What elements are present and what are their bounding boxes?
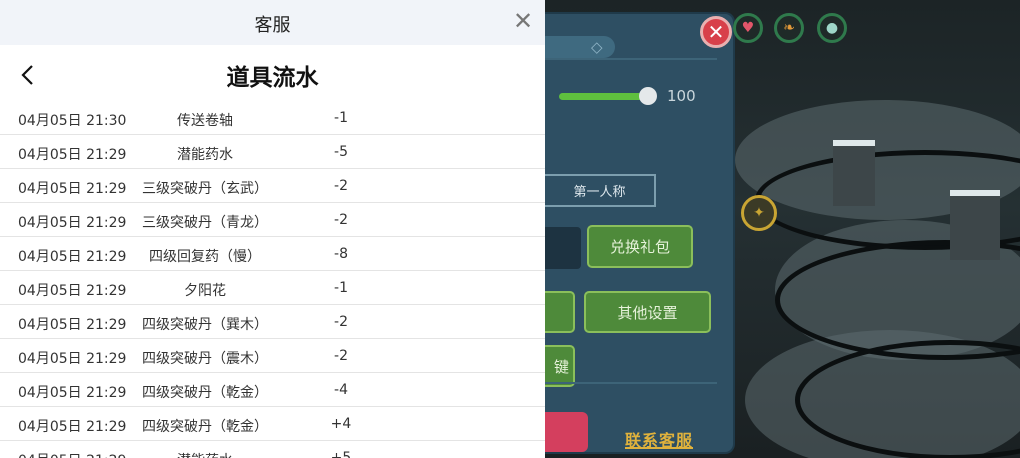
ledger-row: 04月05日 21:29 三级突破丹（青龙） -2 <box>0 203 545 237</box>
ledger-row: 04月05日 21:29 四级回复药（慢） -8 <box>0 237 545 271</box>
customer-service-overlay: 客服 ✕ 道具流水 04月05日 21:30 传送卷轴 -1 04月05日 21:29… <box>0 0 545 458</box>
page-title: 道具流水 <box>226 65 319 91</box>
row-time: 04月05日 21:29 <box>18 317 127 333</box>
heart-icon: ♥ <box>733 13 763 43</box>
compass-icon[interactable]: ✦ <box>741 195 777 231</box>
row-quantity: -2 <box>334 348 348 364</box>
row-time: 04月05日 21:29 <box>18 249 127 265</box>
other-settings-button[interactable]: 其他设置 <box>584 291 711 333</box>
ledger-row: 04月05日 21:30 传送卷轴 -1 <box>0 101 545 135</box>
diamond-icon: ◇ <box>591 38 603 56</box>
row-item-name: 潜能药水 <box>130 450 280 458</box>
item-ledger-list: 04月05日 21:30 传送卷轴 -1 04月05日 21:29 潜能药水 -5 04月0… <box>0 101 545 458</box>
row-item-name: 四级突破丹（乾金） <box>142 385 268 401</box>
row-item-name: 传送卷轴 <box>177 113 233 129</box>
row-time: 04月05日 21:29 <box>18 215 127 231</box>
view-mode-button[interactable]: 第一人称 <box>545 174 656 207</box>
slider-knob[interactable] <box>639 87 657 105</box>
game-background: ◇ 100 第一人称 兑换礼包 其他设置 键 联系客服 ✕ ♥ ❧ ● ✦ <box>545 0 1020 458</box>
redeem-gift-button[interactable]: 兑换礼包 <box>587 225 693 268</box>
partial-settings-button[interactable] <box>545 291 575 333</box>
ledger-row: 04月05日 21:29 潜能药水 -5 <box>0 135 545 169</box>
row-item-name: 夕阳花 <box>184 283 226 299</box>
red-action-button[interactable] <box>545 412 588 452</box>
row-quantity: -1 <box>334 110 348 126</box>
row-item-name: 四级突破丹（巽木） <box>142 317 268 333</box>
divider <box>545 58 717 60</box>
ledger-row: 04月05日 21:29 四级突破丹（乾金） +4 <box>0 407 545 441</box>
settings-panel: ◇ 100 第一人称 兑换礼包 其他设置 键 联系客服 <box>545 12 735 454</box>
gift-code-input[interactable] <box>545 227 581 269</box>
row-quantity: -1 <box>334 280 348 296</box>
row-time: 04月05日 21:29 <box>18 351 127 367</box>
row-time: 04月05日 21:29 <box>18 283 127 299</box>
close-icon[interactable]: ✕ <box>700 16 732 48</box>
row-item-name: 三级突破丹（青龙） <box>142 215 268 231</box>
row-quantity: +5 <box>330 450 352 458</box>
volume-slider[interactable] <box>559 93 649 100</box>
row-quantity: -4 <box>334 382 348 398</box>
water-drop-icon: ● <box>817 13 847 43</box>
divider <box>545 382 717 384</box>
row-time: 04月05日 21:29 <box>18 181 127 197</box>
row-quantity: -2 <box>334 212 348 228</box>
slider-value: 100 <box>667 87 696 105</box>
row-quantity: -2 <box>334 314 348 330</box>
close-icon[interactable]: ✕ <box>513 9 533 33</box>
ledger-row: 04月05日 21:29 潜能药水 +5 <box>0 441 545 458</box>
row-item-name: 四级突破丹（震木） <box>142 351 268 367</box>
ledger-row: 04月05日 21:29 夕阳花 -1 <box>0 271 545 305</box>
row-time: 04月05日 21:29 <box>18 385 127 401</box>
row-time: 04月05日 21:29 <box>18 147 127 163</box>
row-item-name: 四级回复药（慢） <box>149 249 261 265</box>
row-quantity: -5 <box>334 144 348 160</box>
row-quantity: -2 <box>334 178 348 194</box>
row-quantity: +4 <box>330 416 352 432</box>
row-time: 04月05日 21:29 <box>18 419 127 435</box>
key-settings-button[interactable]: 键 <box>545 345 575 387</box>
ledger-row: 04月05日 21:29 四级突破丹（震木） -2 <box>0 339 545 373</box>
row-item-name: 四级突破丹（乾金） <box>142 419 268 435</box>
header-title: 客服 <box>254 15 291 36</box>
overlay-header: 客服 ✕ <box>0 0 545 45</box>
row-item-name: 潜能药水 <box>177 147 233 163</box>
stone-post <box>833 140 875 206</box>
dragon-icon: ❧ <box>774 13 804 43</box>
row-item-name: 三级突破丹（玄武） <box>142 181 268 197</box>
ledger-row: 04月05日 21:29 三级突破丹（玄武） -2 <box>0 169 545 203</box>
ledger-row: 04月05日 21:29 四级突破丹（巽木） -2 <box>0 305 545 339</box>
panel-tab[interactable] <box>545 36 615 58</box>
row-quantity: -8 <box>334 246 348 262</box>
row-time: 04月05日 21:29 <box>18 450 126 458</box>
contact-service-link[interactable]: 联系客服 <box>625 427 693 451</box>
row-time: 04月05日 21:30 <box>18 113 127 129</box>
stone-post <box>950 190 1000 260</box>
ledger-row: 04月05日 21:29 四级突破丹（乾金） -4 <box>0 373 545 407</box>
